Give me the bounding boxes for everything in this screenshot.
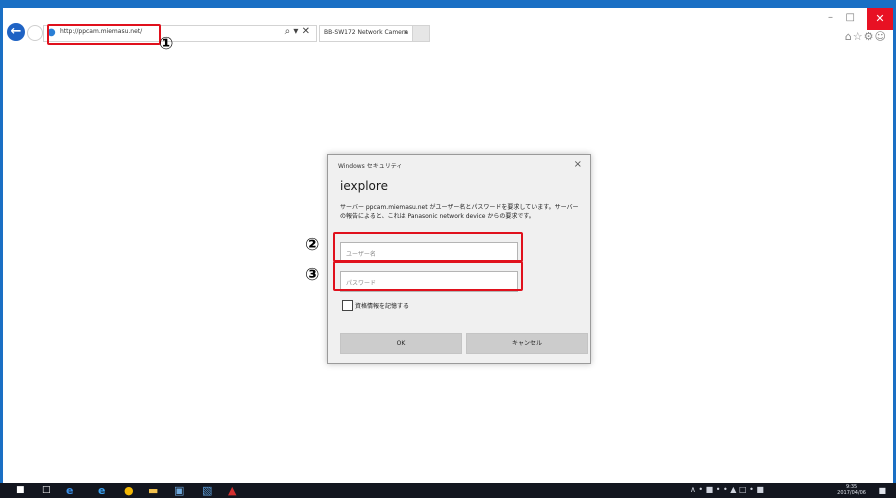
annotation-number-1: ① (159, 34, 174, 54)
task-view-icon[interactable]: □ (42, 484, 51, 497)
acrobat-icon[interactable]: ▲ (228, 484, 236, 497)
dialog-close-icon[interactable]: × (574, 159, 582, 170)
annotation-box-1 (47, 24, 161, 45)
forward-button[interactable] (27, 25, 43, 41)
annotation-number-3: ③ (305, 265, 320, 285)
app-dark-icon[interactable]: ▧ (202, 484, 212, 497)
browser-window: ← ● http://ppcam.miemasu.net/ ⌕ ▾ ✕ BB-S… (3, 8, 893, 483)
notifications-icon[interactable]: ■ (878, 484, 886, 497)
maximize-icon[interactable]: □ (846, 12, 855, 23)
minimize-icon[interactable]: – (828, 12, 833, 23)
tab-close-icon[interactable]: × (403, 29, 408, 36)
annotation-box-3 (333, 261, 523, 291)
address-controls[interactable]: ⌕ ▾ ✕ (285, 26, 310, 37)
annotation-box-2 (333, 232, 523, 262)
new-tab-button[interactable] (412, 25, 430, 42)
annotation-number-2: ② (305, 235, 320, 255)
file-explorer-icon[interactable]: ▬ (148, 484, 158, 497)
window-close-button[interactable]: ✕ (867, 8, 893, 30)
tab-title: BB-SW172 Network Camera (324, 29, 409, 36)
remember-label: 資格情報を記憶する (355, 303, 410, 310)
taskbar: ■ □ e e ● ▬ ▣ ▧ ▲ ∧ • ■ • • ▲ □ • ■ 9:35… (0, 483, 896, 498)
cancel-button[interactable]: キャンセル (466, 333, 588, 354)
clock-date: 2017/04/06 (837, 490, 866, 496)
taskbar-clock[interactable]: 9:35 2017/04/06 (837, 484, 866, 496)
app-blue-icon[interactable]: ▣ (174, 484, 184, 497)
windows-start-icon[interactable]: ■ (16, 484, 25, 497)
edge-icon[interactable]: e (66, 484, 73, 497)
back-arrow-icon[interactable]: ← (7, 23, 25, 41)
dialog-app-name: iexplore (340, 179, 388, 193)
ie-icon[interactable]: e (98, 484, 105, 497)
dialog-title: Windows セキュリティ (338, 163, 403, 170)
browser-tools-icons[interactable]: ⌂☆⚙☺ (845, 30, 887, 43)
tab-network-camera[interactable]: BB-SW172 Network Camera × (319, 25, 413, 42)
chrome-icon[interactable]: ● (124, 484, 134, 497)
system-tray-icons[interactable]: ∧ • ■ • • ▲ □ • ■ (690, 485, 764, 494)
ok-button[interactable]: OK (340, 333, 462, 354)
remember-checkbox[interactable] (342, 300, 353, 311)
dialog-message: サーバー ppcam.miemasu.net がユーザー名とパスワードを要求して… (340, 204, 579, 220)
